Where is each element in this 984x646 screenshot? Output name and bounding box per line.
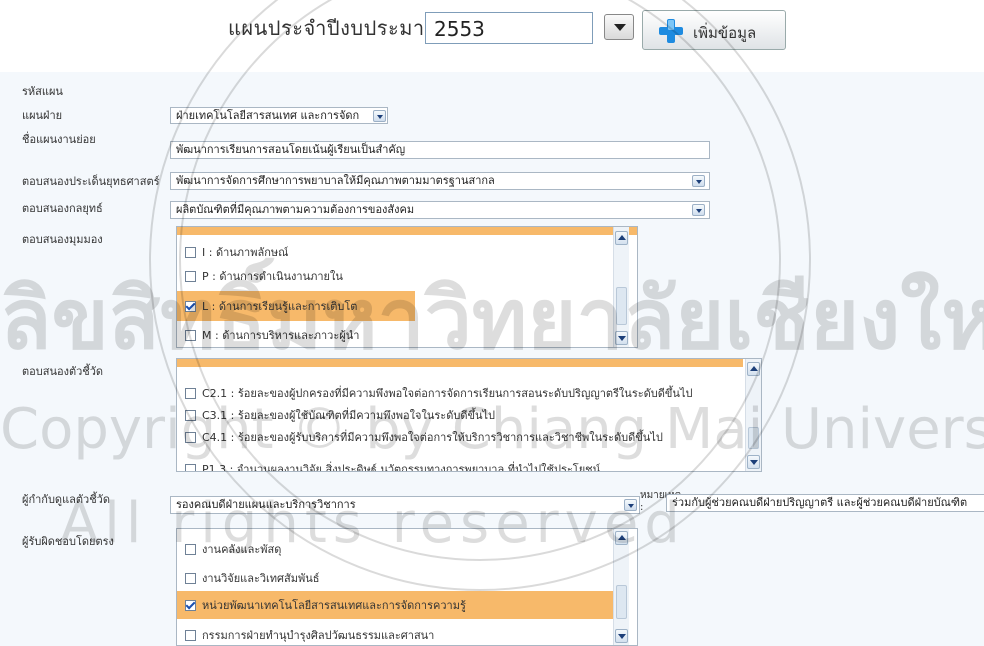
checkbox[interactable] bbox=[185, 463, 196, 471]
supervisor-label: ผู้กำกับดูแลตัวชี้วัด bbox=[22, 493, 111, 506]
selection-highlight bbox=[177, 359, 743, 367]
chevron-down-icon bbox=[377, 115, 383, 119]
scroll-down-button[interactable] bbox=[747, 455, 760, 469]
strategic-issue-label: ตอบสนองประเด็นยุทธศาสตร์ bbox=[22, 175, 160, 188]
perspective-item-label: M : ด้านการบริหารและภาวะผู้นำ bbox=[202, 329, 360, 342]
checkbox[interactable] bbox=[185, 387, 196, 399]
add-record-label: เพิ่มข้อมูล bbox=[693, 24, 757, 42]
chevron-down-icon bbox=[696, 180, 702, 184]
perspective-item-label: P : ด้านการดำเนินงานภายใน bbox=[202, 270, 343, 283]
chevron-down-icon bbox=[696, 209, 702, 213]
subplan-name-value: พัฒนาการเรียนการสอนโดยเน้นผู้เรียนเป็นสำ… bbox=[176, 143, 406, 156]
chevron-down-icon bbox=[618, 336, 626, 341]
note-value: ร่วมกับผู้ช่วยคณบดีฝ่ายปริญญาตรี และผู้ช… bbox=[672, 496, 968, 509]
responsible-item-label: งานวิจัยและวิเทศสัมพันธ์ bbox=[202, 572, 320, 585]
indicator-item-label: C4.1 : ร้อยละของผู้รับบริการที่มีความพึง… bbox=[202, 431, 663, 444]
perspective-item-label: L : ด้านการเรียนรู้และการเติบโต bbox=[202, 300, 358, 313]
strategy-dropdown-button[interactable] bbox=[692, 204, 705, 216]
indicator-item-label: P1.3 : จำนวนผลงานวิจัย สิ่งประดิษฐ์ นวัต… bbox=[202, 463, 601, 472]
chevron-up-icon bbox=[750, 366, 758, 371]
perspective-item-label: I : ด้านภาพลักษณ์ bbox=[202, 246, 289, 259]
checkbox[interactable] bbox=[185, 431, 196, 443]
fiscal-year-label: แผนประจำปีงบประมาณ : bbox=[228, 16, 458, 40]
responsible-item-label: งานคลังและพัสดุ bbox=[202, 543, 282, 556]
perspective-item[interactable]: M : ด้านการบริหารและภาวะผู้นำ bbox=[177, 323, 621, 347]
indicator-item[interactable]: C2.1 : ร้อยละของผู้ปกครองที่มีความพึงพอใ… bbox=[177, 381, 743, 405]
indicator-item[interactable]: C4.1 : ร้อยละของผู้รับบริการที่มีความพึง… bbox=[177, 425, 743, 449]
checkbox[interactable] bbox=[185, 329, 196, 341]
checkbox-checked[interactable] bbox=[185, 300, 196, 312]
scroll-down-button[interactable] bbox=[615, 331, 628, 345]
perspective-checklist[interactable]: I : ด้านภาพลักษณ์ P : ด้านการดำเนินงานภา… bbox=[176, 226, 638, 348]
fiscal-year-dropdown-button[interactable] bbox=[604, 14, 634, 40]
indicator-item[interactable]: C3.1 : ร้อยละของผู้ใช้บัณฑิตที่มีความพึง… bbox=[177, 403, 743, 427]
strategic-issue-value: พัฒนาการจัดการศึกษาการพยาบาลให้มีคุณภาพต… bbox=[176, 174, 495, 187]
indicator-item-label: C2.1 : ร้อยละของผู้ปกครองที่มีความพึงพอใ… bbox=[202, 387, 693, 400]
strategic-issue-select[interactable]: พัฒนาการจัดการศึกษาการพยาบาลให้มีคุณภาพต… bbox=[170, 172, 710, 190]
checkbox-checked[interactable] bbox=[185, 599, 196, 611]
add-record-button[interactable]: เพิ่มข้อมูล bbox=[642, 10, 786, 50]
checkbox[interactable] bbox=[185, 270, 196, 282]
chevron-up-icon bbox=[618, 235, 626, 240]
scroll-thumb[interactable] bbox=[748, 427, 759, 449]
responsible-item[interactable]: กรรมการฝ่ายทำนุบำรุงศิลปวัฒนธรรมและศาสนา bbox=[177, 623, 621, 645]
responsible-scrollbar[interactable] bbox=[613, 529, 629, 645]
perspective-label: ตอบสนองมุมมอง bbox=[22, 233, 103, 246]
scroll-up-button[interactable] bbox=[747, 362, 760, 376]
year-toolbar: แผนประจำปีงบประมาณ : 2553 เพิ่มข้อมูล bbox=[0, 0, 984, 60]
chevron-down-icon bbox=[628, 504, 634, 508]
chevron-down-icon bbox=[750, 460, 758, 465]
responsible-item[interactable]: งานวิจัยและวิเทศสัมพันธ์ bbox=[177, 566, 621, 590]
responsible-label: ผู้รับผิดชอบโดยตรง bbox=[22, 535, 114, 548]
indicator-label: ตอบสนองตัวชี้วัด bbox=[22, 365, 104, 378]
department-dropdown-button[interactable] bbox=[373, 110, 386, 122]
responsible-item[interactable]: หน่วยพัฒนาเทคโนโลยีสารสนเทศและการจัดการค… bbox=[177, 591, 617, 619]
plus-icon bbox=[659, 19, 683, 43]
strategy-label: ตอบสนองกลยุทธ์ bbox=[22, 202, 103, 215]
scroll-up-button[interactable] bbox=[615, 531, 628, 545]
supervisor-select[interactable]: รองคณบดีฝ่ายแผนและบริการวิชาการ bbox=[170, 496, 640, 514]
selection-highlight bbox=[177, 227, 637, 235]
scroll-thumb[interactable] bbox=[616, 287, 627, 325]
responsible-checklist[interactable]: งานคลังและพัสดุ งานวิจัยและวิเทศสัมพันธ์… bbox=[176, 528, 638, 646]
note-input[interactable]: ร่วมกับผู้ช่วยคณบดีฝ่ายปริญญาตรี และผู้ช… bbox=[666, 494, 984, 512]
checkbox[interactable] bbox=[185, 246, 196, 258]
checkbox[interactable] bbox=[185, 409, 196, 421]
department-value: ฝ่ายเทคโนโลยีสารสนเทศ และการจัดก bbox=[176, 109, 360, 122]
checkbox[interactable] bbox=[185, 543, 196, 555]
scroll-thumb[interactable] bbox=[616, 585, 627, 619]
responsible-item-label: กรรมการฝ่ายทำนุบำรุงศิลปวัฒนธรรมและศาสนา bbox=[202, 629, 435, 642]
chevron-up-icon bbox=[618, 535, 626, 540]
responsible-item[interactable]: งานคลังและพัสดุ bbox=[177, 537, 621, 561]
subplan-name-label: ชื่อแผนงานย่อย bbox=[22, 133, 96, 146]
strategy-select[interactable]: ผลิตบัณฑิตที่มีคุณภาพตามความต้องการของสั… bbox=[170, 201, 710, 219]
indicator-item[interactable]: P1.3 : จำนวนผลงานวิจัย สิ่งประดิษฐ์ นวัต… bbox=[177, 457, 743, 472]
fiscal-year-select[interactable]: 2553 bbox=[425, 12, 593, 44]
perspective-scrollbar[interactable] bbox=[613, 227, 629, 347]
perspective-item[interactable]: P : ด้านการดำเนินงานภายใน bbox=[177, 264, 621, 288]
checkbox[interactable] bbox=[185, 629, 196, 641]
supervisor-dropdown-button[interactable] bbox=[624, 499, 637, 511]
supervisor-value: รองคณบดีฝ่ายแผนและบริการวิชาการ bbox=[176, 498, 356, 511]
perspective-item[interactable]: I : ด้านภาพลักษณ์ bbox=[177, 240, 621, 264]
indicator-checklist[interactable]: C2.1 : ร้อยละของผู้ปกครองที่มีความพึงพอใ… bbox=[176, 358, 762, 472]
responsible-item-label: หน่วยพัฒนาเทคโนโลยีสารสนเทศและการจัดการค… bbox=[202, 599, 466, 612]
chevron-down-icon bbox=[614, 24, 626, 31]
strategic-issue-dropdown-button[interactable] bbox=[692, 175, 705, 187]
chevron-down-icon bbox=[618, 634, 626, 639]
plan-code-label: รหัสแผน bbox=[22, 85, 63, 98]
indicator-item-label: C3.1 : ร้อยละของผู้ใช้บัณฑิตที่มีความพึง… bbox=[202, 409, 496, 422]
subplan-name-input[interactable]: พัฒนาการเรียนการสอนโดยเน้นผู้เรียนเป็นสำ… bbox=[170, 141, 710, 159]
scroll-down-button[interactable] bbox=[615, 629, 628, 643]
scroll-up-button[interactable] bbox=[615, 231, 628, 245]
checkbox[interactable] bbox=[185, 572, 196, 584]
strategy-value: ผลิตบัณฑิตที่มีคุณภาพตามความต้องการของสั… bbox=[176, 203, 415, 216]
department-label: แผนฝ่าย bbox=[22, 109, 63, 122]
department-select[interactable]: ฝ่ายเทคโนโลยีสารสนเทศ และการจัดก bbox=[170, 107, 388, 124]
perspective-item[interactable]: L : ด้านการเรียนรู้และการเติบโต bbox=[177, 291, 415, 321]
indicator-scrollbar[interactable] bbox=[745, 359, 761, 471]
